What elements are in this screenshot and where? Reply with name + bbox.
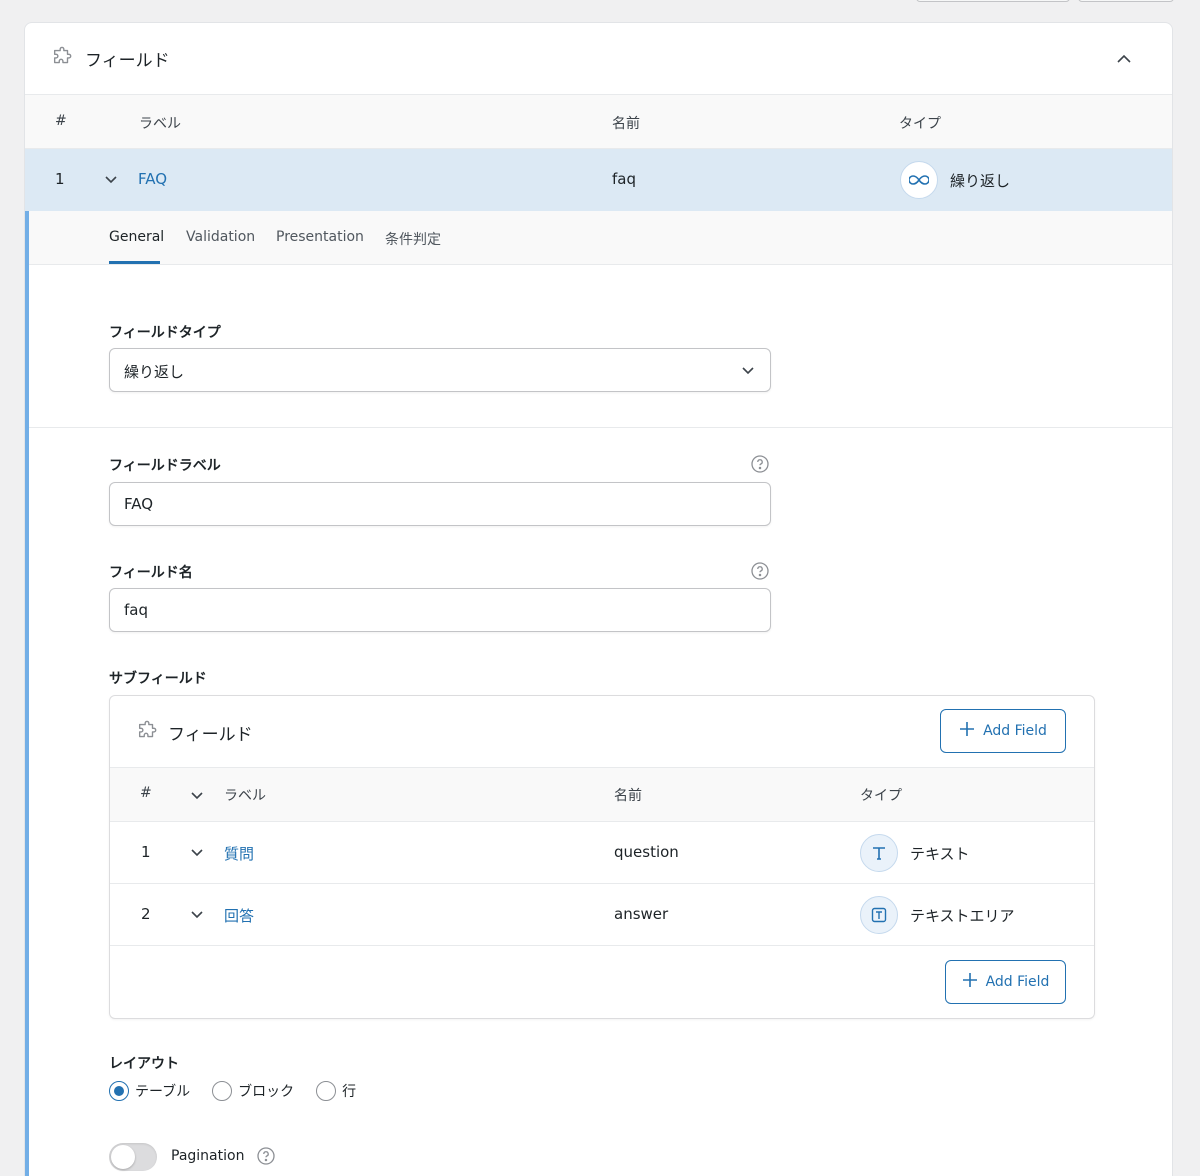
help-icon[interactable] <box>751 562 769 580</box>
row-type: 繰り返し <box>950 172 1011 190</box>
infinity-icon <box>900 161 938 199</box>
col-type: タイプ <box>860 788 902 804</box>
puzzle-icon <box>136 720 158 746</box>
add-field-button-bottom[interactable]: Add Field <box>945 960 1066 1004</box>
add-field-label: Add Field <box>983 723 1047 739</box>
subfields-label: サブフィールド <box>109 671 207 687</box>
col-name: 名前 <box>614 788 642 804</box>
row-type: テキストエリア <box>910 907 1015 925</box>
layout-radio-group: テーブル ブロック 行 <box>109 1081 378 1101</box>
radio-label: テーブル <box>135 1084 191 1100</box>
top-action-button[interactable] <box>916 0 1070 2</box>
tab-general[interactable]: General <box>109 229 164 245</box>
subfields-title: フィールド <box>168 725 253 745</box>
row-label-link[interactable]: FAQ <box>138 170 167 188</box>
row-label-link[interactable]: 回答 <box>224 905 254 926</box>
row-label-link[interactable]: 質問 <box>224 843 254 864</box>
tab-presentation[interactable]: Presentation <box>276 229 364 245</box>
chevron-up-icon[interactable] <box>1114 49 1134 69</box>
puzzle-icon <box>51 46 73 72</box>
col-name: 名前 <box>612 116 640 132</box>
layout-option-block[interactable]: ブロック <box>212 1081 294 1101</box>
help-icon[interactable] <box>751 455 769 473</box>
col-number: # <box>140 785 152 801</box>
field-type-value: 繰り返し <box>124 363 185 381</box>
tab-conditional-logic[interactable]: 条件判定 <box>385 229 441 249</box>
add-field-label: Add Field <box>985 974 1050 990</box>
top-action-button-2[interactable] <box>1078 0 1174 2</box>
layout-option-table[interactable]: テーブル <box>109 1081 190 1101</box>
radio-label: ブロック <box>238 1084 295 1100</box>
row-name: faq <box>612 170 636 188</box>
subfields-panel: フィールド Add Field # ラベル 名前 タイプ 1 質問 questi… <box>109 695 1095 1019</box>
textarea-icon <box>860 896 898 934</box>
chevron-down-icon[interactable] <box>189 787 205 807</box>
subfield-row[interactable]: 2 回答 answer テキストエリア <box>110 884 1094 946</box>
col-type: タイプ <box>899 116 941 132</box>
field-row[interactable]: 1 FAQ faq 繰り返し <box>25 149 1172 211</box>
active-tab-indicator <box>109 261 160 264</box>
field-settings: General Validation Presentation 条件判定 フィー… <box>25 211 1172 1176</box>
radio-button[interactable] <box>316 1081 337 1101</box>
field-name-input[interactable]: faq <box>109 588 771 632</box>
col-label: ラベル <box>224 788 266 804</box>
radio-button-selected[interactable] <box>109 1081 129 1101</box>
tab-validation[interactable]: Validation <box>186 229 255 245</box>
field-label-input[interactable]: FAQ <box>109 482 771 526</box>
radio-button[interactable] <box>212 1081 233 1101</box>
col-label: ラベル <box>139 116 181 132</box>
field-type-label: フィールドタイプ <box>109 325 221 341</box>
toggle-knob <box>111 1145 135 1169</box>
fields-panel: フィールド # ラベル 名前 タイプ 1 FAQ faq 繰り返し Genera… <box>24 22 1173 1176</box>
row-type: テキスト <box>910 845 970 863</box>
field-type-select[interactable]: 繰り返し <box>109 348 771 392</box>
col-number: # <box>55 113 67 129</box>
chevron-down-icon[interactable] <box>103 171 119 191</box>
plus-icon <box>959 721 975 741</box>
pagination-label: Pagination <box>171 1148 245 1164</box>
add-field-button-top[interactable]: Add Field <box>940 709 1066 753</box>
row-number: 1 <box>55 170 65 188</box>
chevron-down-icon[interactable] <box>189 844 205 864</box>
subfields-table-header: # ラベル 名前 タイプ <box>110 768 1094 822</box>
layout-option-row[interactable]: 行 <box>316 1081 356 1101</box>
help-icon[interactable] <box>257 1147 275 1165</box>
settings-tabs: General Validation Presentation 条件判定 <box>29 211 1172 265</box>
subfields-header: フィールド Add Field <box>110 696 1094 768</box>
chevron-down-icon[interactable] <box>189 906 205 926</box>
row-name: answer <box>614 905 669 923</box>
plus-icon <box>962 972 978 992</box>
panel-header: フィールド <box>25 23 1172 95</box>
row-name: question <box>614 843 679 861</box>
subfield-row[interactable]: 1 質問 question テキスト <box>110 822 1094 884</box>
field-name-label: フィールド名 <box>109 565 193 581</box>
layout-label: レイアウト <box>109 1056 179 1072</box>
chevron-down-icon <box>740 362 756 382</box>
divider <box>29 427 1172 428</box>
row-number: 1 <box>141 843 151 861</box>
radio-label: 行 <box>342 1084 357 1100</box>
panel-title: フィールド <box>85 51 170 71</box>
table-header: # ラベル 名前 タイプ <box>25 95 1172 149</box>
row-number: 2 <box>141 905 151 923</box>
pagination-toggle[interactable] <box>109 1143 157 1171</box>
field-label-label: フィールドラベル <box>109 458 221 474</box>
text-icon <box>860 834 898 872</box>
